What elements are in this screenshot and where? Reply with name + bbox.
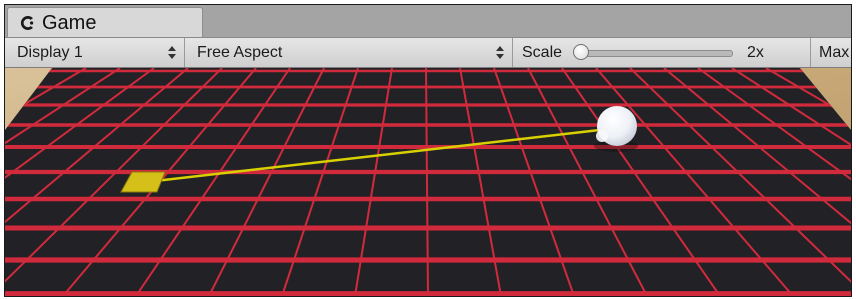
display-select[interactable]: Display 1 xyxy=(5,38,185,67)
updown-arrows-icon xyxy=(168,46,176,59)
tab-strip: Game xyxy=(5,5,851,38)
scale-value: 2x xyxy=(747,44,764,61)
game-viewport[interactable] xyxy=(5,68,851,296)
game-window: Game Display 1 Free Aspect Scale 2x Max xyxy=(4,4,852,297)
display-select-value: Display 1 xyxy=(17,43,83,61)
updown-arrows-icon xyxy=(496,46,504,59)
maximize-label: Max xyxy=(819,43,850,61)
aspect-select[interactable]: Free Aspect xyxy=(185,38,513,67)
scale-slider-thumb[interactable] xyxy=(573,44,589,60)
unity-game-icon xyxy=(18,14,36,32)
scene-render xyxy=(5,68,851,296)
scale-control: Scale 2x xyxy=(513,38,811,67)
maximize-on-play-button[interactable]: Max xyxy=(811,38,851,67)
scale-slider-track[interactable] xyxy=(579,50,733,57)
aspect-select-value: Free Aspect xyxy=(197,43,283,61)
game-toolbar: Display 1 Free Aspect Scale 2x Max xyxy=(5,38,851,68)
tab-game[interactable]: Game xyxy=(7,7,203,37)
tab-title: Game xyxy=(42,11,97,34)
scale-label: Scale xyxy=(522,44,563,61)
